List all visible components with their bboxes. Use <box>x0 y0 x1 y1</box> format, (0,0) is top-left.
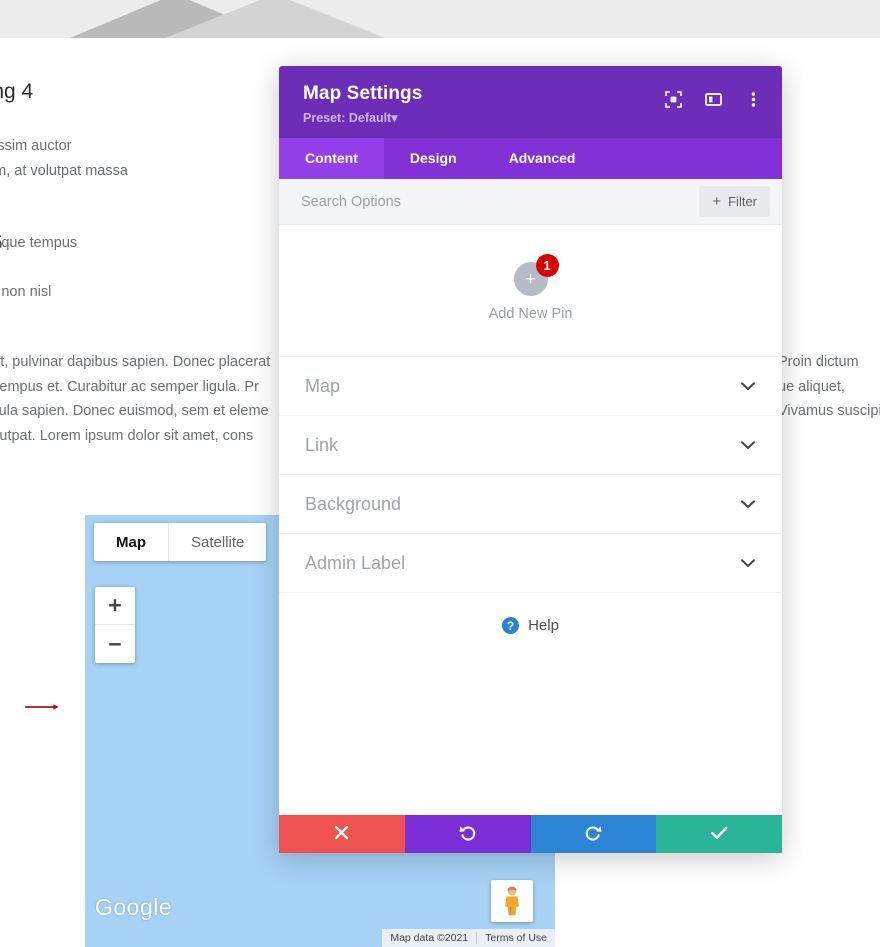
preset-caret-icon: ▾ <box>391 111 398 125</box>
close-icon <box>334 825 349 843</box>
background-list-item: erisque tempus <box>0 235 78 251</box>
add-new-pin-button[interactable]: + 1 Add New Pin <box>279 225 782 356</box>
terms-of-use-link[interactable]: Terms of Use <box>476 932 555 944</box>
add-pin-icon-wrap: + 1 <box>513 254 559 296</box>
modal-tabs[interactable]: Content Design Advanced <box>279 138 782 179</box>
google-logo: Google <box>95 894 173 920</box>
section-label: Admin Label <box>305 552 406 573</box>
map-data-copyright: Map data ©2021 <box>390 932 469 944</box>
map-type-map[interactable]: Map <box>94 523 168 561</box>
pegman-street-view-icon[interactable] <box>491 880 533 922</box>
save-button[interactable] <box>656 815 782 853</box>
filter-label: Filter <box>728 194 757 209</box>
background-heading-4: ding 4 <box>0 80 34 103</box>
paragraph-line: Vivamus suscipi <box>778 403 880 419</box>
add-pin-label: Add New Pin <box>488 306 573 322</box>
paragraph-line: Proin dictum <box>778 354 859 370</box>
modal-body: + 1 Add New Pin Map Link Background Admi… <box>279 225 782 815</box>
tab-content[interactable]: Content <box>279 138 384 179</box>
decorative-triangle-right <box>165 0 385 38</box>
tab-advanced[interactable]: Advanced <box>483 138 602 179</box>
focus-module-icon[interactable] <box>662 88 684 110</box>
help-icon: ? <box>502 617 520 634</box>
map-attribution: Map data ©2021 Terms of Use <box>382 929 555 947</box>
help-label: Help <box>528 617 559 634</box>
preset-selector[interactable]: Preset: Default▾ <box>303 110 758 125</box>
tab-design[interactable]: Design <box>384 138 483 179</box>
pin-count-badge: 1 <box>535 254 559 277</box>
preset-label: Preset: Default <box>303 111 392 125</box>
section-label: Background <box>305 493 402 514</box>
redo-button[interactable] <box>530 815 657 853</box>
page-top-banner <box>0 0 880 38</box>
background-list-item: tus non nisl <box>0 284 52 300</box>
redo-icon <box>585 824 602 844</box>
section-link[interactable]: Link <box>279 415 782 474</box>
filter-button[interactable]: + Filter <box>699 186 770 217</box>
section-background[interactable]: Background <box>279 474 782 533</box>
background-list-item: gnissim auctor <box>0 138 72 154</box>
more-options-icon[interactable] <box>742 88 764 110</box>
zoom-in-button[interactable]: + <box>95 587 135 625</box>
split-view-icon[interactable] <box>702 88 724 110</box>
map-zoom-controls[interactable]: + − <box>95 587 135 663</box>
chevron-down-icon <box>740 378 756 394</box>
section-label: Map <box>305 375 341 396</box>
background-list-item: uam, at volutpat massa <box>0 163 128 179</box>
section-admin-label[interactable]: Admin Label <box>279 533 782 592</box>
undo-icon <box>459 824 476 844</box>
map-settings-modal[interactable]: Map Settings Preset: Default▾ Content De… <box>279 66 782 853</box>
plus-icon: + <box>712 193 722 210</box>
chevron-down-icon <box>740 437 756 453</box>
modal-header: Map Settings Preset: Default▾ <box>279 66 782 138</box>
modal-footer[interactable] <box>279 815 782 853</box>
section-label: Link <box>305 434 339 455</box>
background-paragraph-right: Proin dictum ue aliquet, Vivamus suscipi <box>778 350 880 424</box>
section-map[interactable]: Map <box>279 356 782 415</box>
undo-button[interactable] <box>404 815 531 853</box>
help-link[interactable]: ? Help <box>279 592 782 658</box>
map-type-switcher[interactable]: Map Satellite <box>94 523 267 561</box>
paragraph-line: ue aliquet, <box>778 378 845 395</box>
modal-header-actions[interactable] <box>662 88 764 110</box>
check-icon <box>710 826 728 843</box>
annotation-arrow-icon <box>25 704 59 710</box>
map-type-satellite[interactable]: Satellite <box>168 523 266 561</box>
chevron-down-icon <box>740 496 756 512</box>
search-options-row[interactable]: + Filter <box>279 179 782 225</box>
search-input[interactable] <box>301 193 700 210</box>
zoom-out-button[interactable]: − <box>95 625 135 663</box>
cancel-button[interactable] <box>279 815 405 853</box>
chevron-down-icon <box>740 555 756 571</box>
